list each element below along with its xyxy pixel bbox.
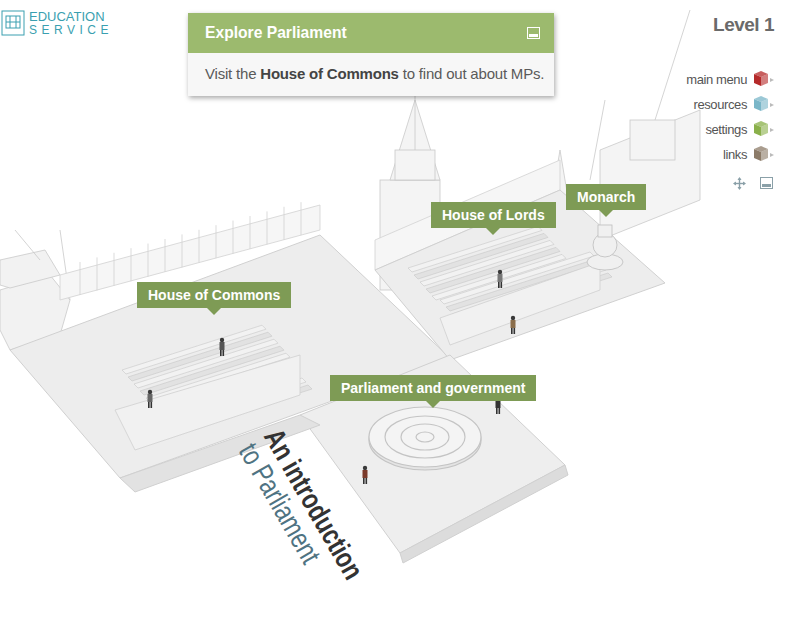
menu-item[interactable]: settings: [686, 120, 775, 138]
person-figure: [498, 270, 503, 288]
map-label[interactable]: House of Lords: [431, 202, 556, 228]
person-figure: [148, 390, 153, 408]
cube-icon: [753, 120, 775, 138]
popup-text: Visit the House of Commons to find out a…: [188, 53, 554, 96]
big-ben-tower: [545, 10, 700, 240]
cube-icon: [753, 95, 775, 113]
map-label[interactable]: Monarch: [566, 184, 646, 210]
minimize-icon[interactable]: [527, 27, 540, 39]
person-figure: [220, 338, 225, 356]
cube-icon: [753, 145, 775, 163]
info-popup: Explore Parliament Visit the House of Com…: [188, 13, 554, 96]
popup-title: Explore Parliament: [205, 23, 347, 43]
header: EDUCATIONSERVICE Explore Parliament Visit …: [0, 0, 801, 190]
parliament-map: EDUCATIONSERVICE Explore Parliament Visit …: [0, 0, 801, 627]
education-service-logo[interactable]: EDUCATIONSERVICE: [0, 10, 188, 36]
side-menu: Level 1 main menu resources settings links: [554, 10, 801, 190]
floor-platforms: [10, 190, 665, 563]
person-figure: [511, 316, 516, 334]
logo-line: SERVICE: [29, 24, 113, 36]
menu-item[interactable]: links: [686, 145, 775, 163]
map-label[interactable]: Parliament and government: [330, 375, 536, 401]
circular-maze: [369, 407, 481, 470]
throne: [587, 225, 623, 270]
menu-item[interactable]: main menu: [686, 70, 775, 88]
lords-wall: [440, 262, 600, 345]
menu-item[interactable]: resources: [686, 95, 775, 113]
level-indicator: Level 1: [713, 14, 774, 36]
minimize-icon[interactable]: [760, 177, 773, 189]
map-label[interactable]: House of Commons: [137, 282, 291, 308]
popup-header: Explore Parliament: [188, 13, 554, 53]
logo-line: EDUCATION: [29, 10, 113, 23]
person-figure: [363, 466, 368, 484]
portcullis-icon: [1, 10, 25, 36]
move-icon[interactable]: [733, 177, 746, 190]
cube-icon: [753, 70, 775, 88]
